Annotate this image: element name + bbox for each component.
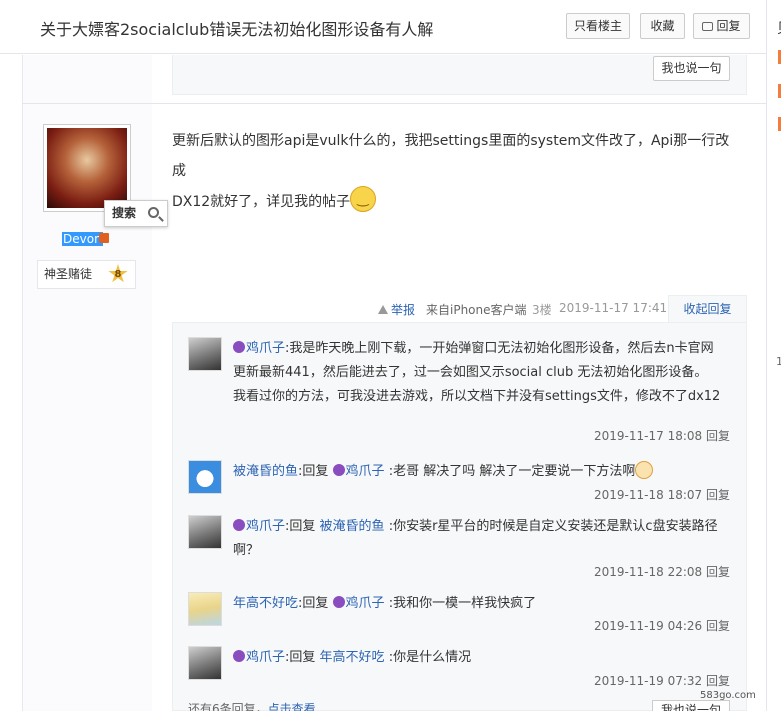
comment-avatar[interactable]: [188, 515, 222, 549]
search-icon: [148, 207, 159, 218]
devil-icon: [332, 464, 345, 476]
reply-icon: [702, 22, 714, 31]
thread-header: 关于大嫖客2socialclub错误无法初始化图形设备有人解 只看楼主 收藏 回…: [0, 0, 766, 54]
comment-time: 2019-11-18 18:07 回复: [594, 486, 730, 503]
comment-timestamp: 2019-11-18 18:07: [594, 488, 703, 502]
comment-reply-link[interactable]: 回复: [706, 488, 730, 502]
floor-number: 3楼: [532, 303, 552, 317]
devil-icon: [233, 519, 245, 531]
reply-label: 回复: [716, 19, 741, 33]
right-sidebar: 贝 1: [766, 0, 781, 711]
watermark: 583go.com: [700, 690, 756, 701]
devil-icon: [233, 341, 245, 353]
smile-emoji-icon: [350, 186, 377, 212]
comment-item: 被淹昏的鱼:回复 鸡爪子 :老哥 解决了吗 解决了一定要说一下方法啊 2019-…: [188, 460, 736, 505]
report-link[interactable]: 举报: [378, 301, 415, 318]
comment-reply-link[interactable]: 回复: [706, 429, 730, 443]
comment-timestamp: 2019-11-19 07:32: [594, 674, 703, 688]
search-label: 搜索: [112, 206, 137, 220]
say-something-button-bottom[interactable]: 我也说一句: [652, 700, 730, 711]
comment-reply-link[interactable]: 回复: [706, 674, 730, 688]
avatar[interactable]: [47, 128, 127, 208]
view-more-link[interactable]: 点击查看: [268, 702, 316, 711]
reply-target[interactable]: 被淹昏的鱼: [320, 519, 385, 534]
comment-item: 年高不好吃:回复 鸡爪子 :我和你一模一样我快疯了 2019-11-19 04:…: [188, 592, 736, 637]
comment-item: 鸡爪子:回复 年高不好吃 :你是什么情况 2019-11-19 07:32 回复: [188, 646, 736, 691]
post-time: 2019-11-17 17:41: [559, 301, 668, 315]
devil-icon: [332, 596, 345, 608]
reply-target[interactable]: 鸡爪子: [346, 464, 385, 479]
say-something-button[interactable]: 我也说一句: [653, 56, 730, 81]
post-text-line1: 更新后默认的图形api是vulk什么的，我把settings里面的system文…: [172, 133, 730, 179]
comment-user[interactable]: 年高不好吃: [233, 596, 298, 611]
user-avatar-frame[interactable]: [43, 124, 131, 212]
client-source: 来自iPhone客户端: [426, 303, 527, 317]
reply-target[interactable]: 鸡爪子: [346, 596, 385, 611]
comment-timestamp: 2019-11-19 04:26: [594, 619, 703, 633]
rank-title: 神圣赌徒: [44, 267, 93, 281]
comment-avatar[interactable]: [188, 460, 222, 494]
comment-time: 2019-11-18 22:08 回复: [594, 563, 730, 580]
reply-prefix: :回复: [298, 464, 329, 479]
favorite-button[interactable]: 收藏: [640, 13, 685, 39]
page-title: 关于大嫖客2socialclub错误无法初始化图形设备有人解: [40, 20, 434, 39]
rank-badge[interactable]: 神圣赌徒 8: [37, 260, 136, 289]
comment-avatar[interactable]: [188, 337, 222, 371]
comment-reply-link[interactable]: 回复: [706, 565, 730, 579]
username[interactable]: Devon: [62, 232, 103, 246]
more-replies: 还有6条回复，点击查看: [188, 700, 316, 711]
devil-icon: [233, 650, 245, 662]
emoji-icon: [635, 461, 654, 479]
comment-text: :老哥 解决了吗 解决了一定要说一下方法啊: [388, 464, 636, 479]
comment-user[interactable]: 被淹昏的鱼: [233, 464, 298, 479]
comment-time: 2019-11-17 18:08 回复: [594, 427, 730, 444]
reply-prefix: :回复: [285, 650, 316, 665]
post-text-line2: DX12就好了，详见我的帖子: [172, 194, 351, 210]
comment-avatar[interactable]: [188, 646, 222, 680]
post-divider: [22, 103, 766, 104]
reply-button[interactable]: 回复: [693, 13, 750, 39]
comment-avatar[interactable]: [188, 592, 222, 626]
comment-user[interactable]: 鸡爪子: [246, 650, 285, 665]
level-star-icon: 8: [108, 264, 128, 283]
comment-text: :我和你一模一样我快疯了: [388, 596, 537, 611]
more-replies-text: 还有6条回复，: [188, 702, 268, 711]
reply-prefix: :回复: [285, 519, 316, 534]
comment-timestamp: 2019-11-18 22:08: [594, 565, 703, 579]
comment-time: 2019-11-19 04:26 回复: [594, 617, 730, 634]
comment-reply-link[interactable]: 回复: [706, 619, 730, 633]
reply-prefix: :回复: [298, 596, 329, 611]
comment-text: :你是什么情况: [388, 650, 472, 665]
comment-timestamp: 2019-11-17 18:08: [594, 429, 703, 443]
collapse-replies-button[interactable]: 收起回复: [668, 295, 747, 323]
only-op-button[interactable]: 只看楼主: [566, 13, 630, 39]
warning-icon: [378, 305, 388, 314]
reply-target[interactable]: 年高不好吃: [320, 650, 385, 665]
badge-flag-icon: [99, 233, 109, 243]
search-tooltip[interactable]: 搜索: [104, 200, 168, 227]
comment-text: :我是昨天晚上刚下载，一开始弹窗口无法初始化图形设备，然后去n卡官网更新最新44…: [233, 341, 721, 404]
report-label: 举报: [391, 303, 416, 317]
comment-user[interactable]: 鸡爪子: [246, 519, 285, 534]
sidebar-number: 1: [776, 355, 781, 368]
comment-time: 2019-11-19 07:32 回复: [594, 672, 730, 689]
comment-item: 鸡爪子:回复 被淹昏的鱼 :你安装r星平台的时候是自定义安装还是默认c盘安装路径…: [188, 515, 736, 580]
comment-user[interactable]: 鸡爪子: [246, 341, 285, 356]
comment-item: 鸡爪子:我是昨天晚上刚下载，一开始弹窗口无法初始化图形设备，然后去n卡官网更新最…: [188, 337, 736, 447]
sidebar-char: 贝: [777, 18, 781, 38]
post-content: 更新后默认的图形api是vulk什么的，我把settings里面的system文…: [172, 126, 742, 217]
